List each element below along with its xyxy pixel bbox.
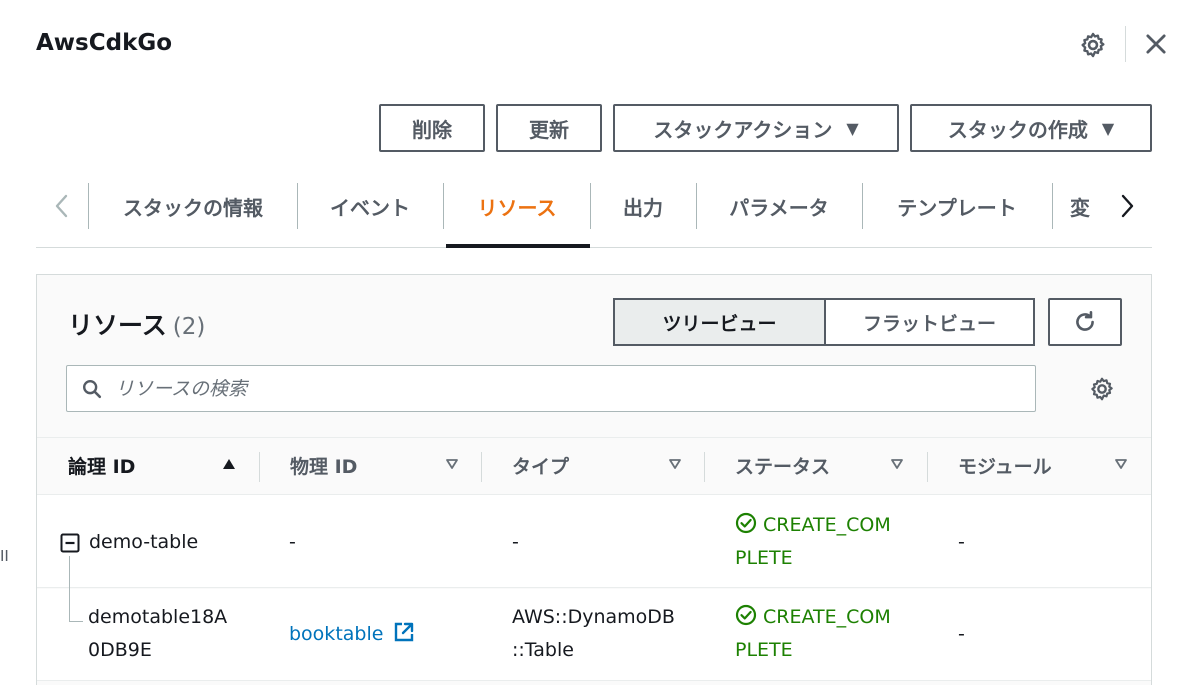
delete-button[interactable]: 削除: [379, 104, 485, 152]
column-status[interactable]: ステータス: [735, 452, 830, 479]
delete-button-label: 削除: [412, 117, 452, 142]
active-tab-indicator: [446, 244, 590, 248]
close-icon[interactable]: [1142, 30, 1170, 58]
settings-gear-icon[interactable]: [1079, 31, 1107, 59]
type-cell: AWS::DynamoDB ::Table: [512, 601, 675, 667]
tab-resources[interactable]: リソース: [452, 186, 582, 226]
logical-id-text: demotable18A: [88, 606, 228, 628]
column-logical-id[interactable]: 論理 ID: [68, 452, 135, 479]
tab-outputs[interactable]: 出力: [600, 186, 686, 226]
sort-ascending-icon[interactable]: [221, 456, 237, 472]
module-cell: -: [958, 531, 965, 553]
success-check-icon: [735, 512, 757, 534]
tabs-baseline: [36, 247, 1152, 248]
status-text: CREATE_COM: [763, 514, 891, 536]
caret-down-icon: ▼: [846, 118, 859, 138]
tab-label: スタックの情報: [123, 195, 263, 220]
logical-id-text: 0DB9E: [88, 639, 152, 661]
table-preferences-gear-icon[interactable]: [1089, 376, 1115, 402]
column-divider: [704, 452, 705, 482]
type-cell: -: [512, 531, 519, 553]
logical-id-cell: demo-table: [89, 531, 199, 553]
tree-connector: [69, 621, 83, 622]
column-physical-id[interactable]: 物理 ID: [290, 452, 357, 479]
refresh-button[interactable]: [1048, 298, 1122, 346]
status-cell: CREATE_COM PLETE: [735, 601, 891, 667]
flat-view-toggle[interactable]: フラットビュー: [824, 298, 1035, 346]
sort-icon[interactable]: [667, 456, 683, 472]
resources-count: (2): [172, 314, 206, 340]
tab-divider: [443, 183, 444, 229]
tree-connector: [69, 556, 70, 622]
column-label: ステータス: [735, 456, 831, 478]
physical-id-link[interactable]: booktable: [289, 618, 415, 651]
refresh-icon: [1076, 310, 1094, 331]
tab-changesets-partial[interactable]: 変: [1070, 186, 1102, 226]
search-input[interactable]: [115, 377, 975, 400]
column-label: 物理 ID: [290, 456, 358, 478]
column-label: 論理 ID: [68, 456, 136, 478]
tab-label: 変: [1070, 195, 1090, 220]
tab-divider: [696, 183, 697, 229]
status-text: PLETE: [735, 639, 793, 661]
tab-divider: [297, 183, 298, 229]
type-text: ::Table: [512, 639, 574, 661]
column-divider: [927, 452, 928, 482]
status-text: CREATE_COM: [763, 606, 891, 628]
tab-divider: [862, 183, 863, 229]
tab-events[interactable]: イベント: [306, 186, 434, 226]
module-cell: -: [958, 623, 965, 645]
physical-id-text: booktable: [289, 623, 384, 645]
tab-scroll-left-icon[interactable]: [49, 190, 75, 222]
tab-divider: [590, 183, 591, 229]
column-label: タイプ: [512, 456, 570, 478]
search-icon: [83, 379, 102, 398]
tab-label: イベント: [330, 195, 410, 220]
status-cell: CREATE_COM PLETE: [735, 509, 891, 575]
column-divider: [481, 452, 482, 482]
stack-actions-label: スタックアクション: [653, 117, 833, 142]
edge-handle: II: [0, 547, 9, 565]
tree-view-label: ツリービュー: [662, 312, 777, 335]
update-button[interactable]: 更新: [496, 104, 602, 152]
external-link-icon: [395, 622, 414, 642]
resource-search[interactable]: [66, 365, 1036, 412]
logical-id-cell: demotable18A 0DB9E: [88, 601, 227, 667]
tab-label: パラメータ: [729, 195, 829, 220]
tree-view-toggle[interactable]: ツリービュー: [613, 298, 826, 346]
header-divider: [1125, 26, 1126, 62]
tab-label: 出力: [623, 195, 663, 220]
tab-parameters[interactable]: パラメータ: [706, 186, 852, 226]
stack-actions-dropdown[interactable]: スタックアクション ▼: [613, 104, 899, 152]
flat-view-label: フラットビュー: [862, 312, 996, 335]
tab-divider: [88, 183, 89, 229]
resources-heading: リソース (2): [68, 306, 205, 342]
column-divider: [259, 452, 260, 482]
column-label: モジュール: [958, 456, 1052, 478]
collapse-icon[interactable]: [60, 533, 80, 553]
tab-divider: [1052, 183, 1053, 229]
type-text: AWS::DynamoDB: [512, 606, 675, 628]
caret-down-icon: ▼: [1101, 118, 1115, 138]
sort-icon[interactable]: [889, 456, 905, 472]
create-stack-label: スタックの作成: [947, 117, 1088, 142]
update-button-label: 更新: [529, 117, 569, 142]
tab-scroll-right-icon[interactable]: [1114, 190, 1140, 222]
create-stack-dropdown[interactable]: スタックの作成 ▼: [910, 104, 1152, 152]
status-text: PLETE: [735, 547, 793, 569]
column-module[interactable]: モジュール: [958, 452, 1052, 479]
physical-id-cell: -: [289, 531, 296, 553]
app-title: AwsCdkGo: [36, 30, 173, 56]
table-row[interactable]: [37, 495, 1151, 588]
tab-label: リソース: [477, 195, 557, 220]
resources-title: リソース: [68, 311, 167, 340]
tab-template[interactable]: テンプレート: [872, 186, 1042, 226]
sort-icon[interactable]: [1113, 456, 1129, 472]
tab-stack-info[interactable]: スタックの情報: [100, 186, 286, 226]
sort-icon[interactable]: [444, 456, 460, 472]
column-type[interactable]: タイプ: [512, 452, 569, 479]
tab-label: テンプレート: [897, 195, 1017, 220]
success-check-icon: [735, 604, 757, 626]
